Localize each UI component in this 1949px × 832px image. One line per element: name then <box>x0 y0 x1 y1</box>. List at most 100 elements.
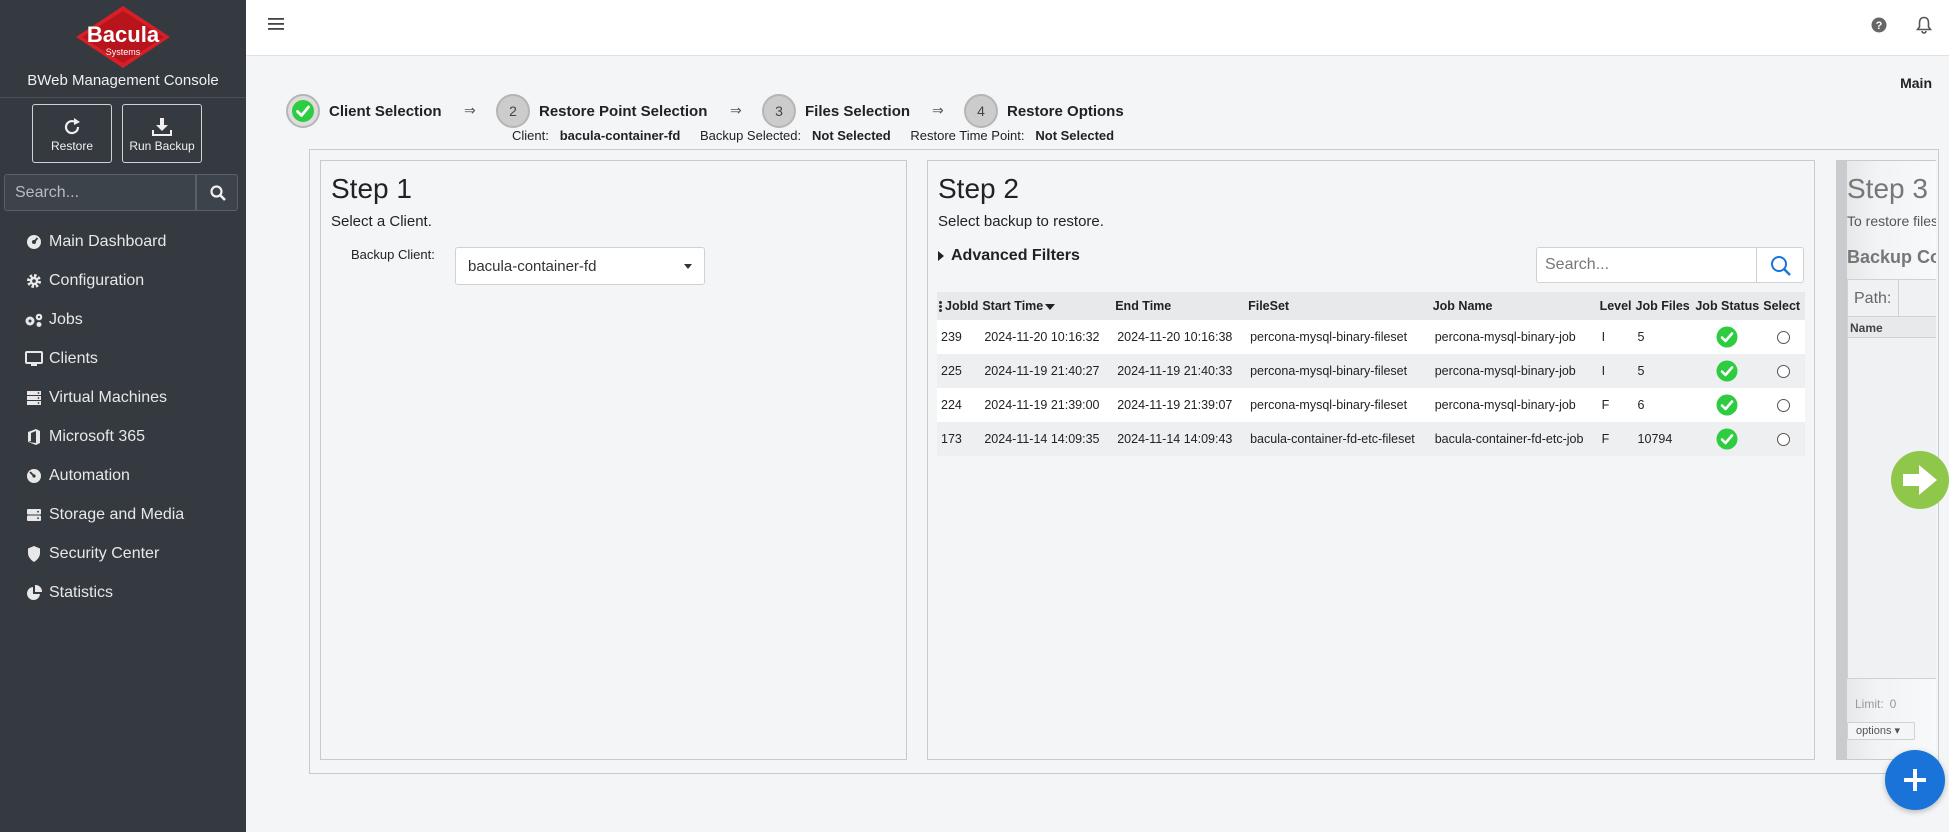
limit-value[interactable]: 0 <box>1890 697 1897 711</box>
nav-label: Configuration <box>49 271 145 289</box>
col-end-time[interactable]: End Time <box>1113 292 1247 320</box>
table-row[interactable]: 224 2024-11-19 21:39:00 2024-11-19 21:39… <box>937 388 1805 422</box>
jobs-search-button[interactable] <box>1756 247 1804 283</box>
cell-start-time: 2024-11-19 21:39:00 <box>980 388 1114 422</box>
cell-fileset: percona-mysql-binary-fileset <box>1246 388 1431 422</box>
plus-icon <box>1904 769 1926 791</box>
sidebar-nav: Main Dashboard Configuration Jobs Client… <box>0 222 246 612</box>
wizard-arrow: ⇒ <box>464 102 476 118</box>
select-radio[interactable] <box>1776 399 1790 413</box>
cell-end-time: 2024-11-19 21:40:33 <box>1113 354 1247 388</box>
col-level[interactable]: Level <box>1597 292 1634 320</box>
col-start-time[interactable]: Start Time <box>980 292 1114 320</box>
nav-label: Virtual Machines <box>49 388 167 406</box>
bell-icon[interactable] <box>1916 16 1932 34</box>
success-check-icon <box>1716 428 1738 450</box>
refresh-icon <box>64 118 80 135</box>
summary-time-label: Restore Time Point: <box>910 128 1025 143</box>
wizard-step-label: Client Selection <box>329 102 442 120</box>
select-radio[interactable] <box>1776 365 1790 379</box>
wizard-step-restore-point[interactable]: 2 Restore Point Selection <box>496 94 707 128</box>
cell-select <box>1761 422 1805 456</box>
backup-client-label: Backup Client: <box>351 247 435 262</box>
nav-statistics[interactable]: Statistics <box>0 573 246 612</box>
wizard-arrow: ⇒ <box>730 102 742 118</box>
server-icon <box>24 388 44 408</box>
cell-jobid: 173 <box>937 422 981 456</box>
select-radio[interactable] <box>1776 433 1790 447</box>
sidebar-search-input[interactable] <box>4 174 196 211</box>
cell-job-files: 6 <box>1633 388 1694 422</box>
cell-select <box>1761 388 1805 422</box>
table-row[interactable]: 239 2024-11-20 10:16:32 2024-11-20 10:16… <box>937 320 1805 354</box>
logo-text: Bacula <box>87 22 160 47</box>
cell-end-time: 2024-11-19 21:39:07 <box>1113 388 1247 422</box>
col-job-files[interactable]: Job Files <box>1633 292 1694 320</box>
cell-jobid: 239 <box>937 320 981 354</box>
step-number-circle: 2 <box>496 94 530 128</box>
search-icon <box>1771 256 1791 276</box>
restore-summary: Client: bacula-container-fd Backup Selec… <box>512 128 1114 143</box>
wizard-step-client-selection[interactable]: Client Selection <box>286 94 442 128</box>
advanced-filters-toggle[interactable]: Advanced Filters <box>938 247 1080 265</box>
options-dropdown[interactable]: options ▾ <box>1847 722 1915 740</box>
nav-virtual-machines[interactable]: Virtual Machines <box>0 378 246 417</box>
step2-description: Select backup to restore. <box>938 213 1104 230</box>
cell-level: I <box>1597 354 1634 388</box>
arrow-right-icon <box>1903 465 1937 495</box>
col-select[interactable]: Select <box>1761 292 1805 320</box>
cell-jobid: 224 <box>937 388 981 422</box>
hamburger-menu-icon[interactable] <box>268 17 284 31</box>
step-number-circle: 3 <box>762 94 796 128</box>
nav-label: Main Dashboard <box>49 232 167 250</box>
help-icon[interactable]: ? <box>1871 17 1887 33</box>
wizard-step-files-selection[interactable]: 3 Files Selection <box>762 94 910 128</box>
wizard-arrow: ⇒ <box>932 102 944 118</box>
sidebar-search-button[interactable] <box>196 174 238 211</box>
column-grip-icon[interactable] <box>939 300 942 313</box>
topbar: ? <box>246 0 1949 56</box>
nav-clients[interactable]: Clients <box>0 339 246 378</box>
nav-configuration[interactable]: Configuration <box>0 261 246 300</box>
success-check-icon <box>1716 326 1738 348</box>
restore-button[interactable]: Restore <box>32 104 112 163</box>
path-label: Path: <box>1854 290 1892 307</box>
nav-automation[interactable]: Automation <box>0 456 246 495</box>
main-breadcrumb-link[interactable]: Main <box>1900 75 1932 91</box>
cell-job-name: percona-mysql-binary-job <box>1430 320 1598 354</box>
check-circle-icon <box>292 100 314 122</box>
cell-job-files: 10794 <box>1633 422 1694 456</box>
sidebar: Bacula Systems BWeb Management Console R… <box>0 0 246 832</box>
col-fileset[interactable]: FileSet <box>1246 292 1431 320</box>
select-radio[interactable] <box>1776 331 1790 345</box>
backup-client-value: bacula-container-fd <box>468 258 597 275</box>
jobs-search-input[interactable] <box>1536 247 1756 283</box>
step1-description: Select a Client. <box>331 213 432 230</box>
add-fab-button[interactable] <box>1885 750 1945 810</box>
nav-microsoft-365[interactable]: Microsoft 365 <box>0 417 246 456</box>
name-column-header[interactable]: Name <box>1848 316 1936 338</box>
nav-jobs[interactable]: Jobs <box>0 300 246 339</box>
cell-level: F <box>1597 388 1634 422</box>
col-job-status[interactable]: Job Status <box>1693 292 1762 320</box>
nav-security-center[interactable]: Security Center <box>0 534 246 573</box>
next-step-button[interactable] <box>1891 451 1949 509</box>
nav-storage-media[interactable]: Storage and Media <box>0 495 246 534</box>
download-icon <box>152 118 172 136</box>
path-input[interactable] <box>1898 280 1936 316</box>
col-jobid[interactable]: JobId <box>937 292 981 320</box>
bacula-logo[interactable]: Bacula Systems <box>74 4 172 70</box>
col-job-name[interactable]: Job Name <box>1430 292 1598 320</box>
wizard-step-restore-options[interactable]: 4 Restore Options <box>964 94 1124 128</box>
nav-main-dashboard[interactable]: Main Dashboard <box>0 222 246 261</box>
options-label: options <box>1856 725 1892 737</box>
cell-job-name: percona-mysql-binary-job <box>1430 354 1598 388</box>
cell-end-time: 2024-11-20 10:16:38 <box>1113 320 1247 354</box>
table-row[interactable]: 225 2024-11-19 21:40:27 2024-11-19 21:40… <box>937 354 1805 388</box>
success-check-icon <box>1716 360 1738 382</box>
summary-backup-value: Not Selected <box>811 128 891 143</box>
run-backup-button[interactable]: Run Backup <box>122 104 202 163</box>
backup-client-select[interactable]: bacula-container-fd <box>455 247 705 285</box>
table-row[interactable]: 173 2024-11-14 14:09:35 2024-11-14 14:09… <box>937 422 1805 456</box>
cell-fileset: percona-mysql-binary-fileset <box>1246 320 1431 354</box>
